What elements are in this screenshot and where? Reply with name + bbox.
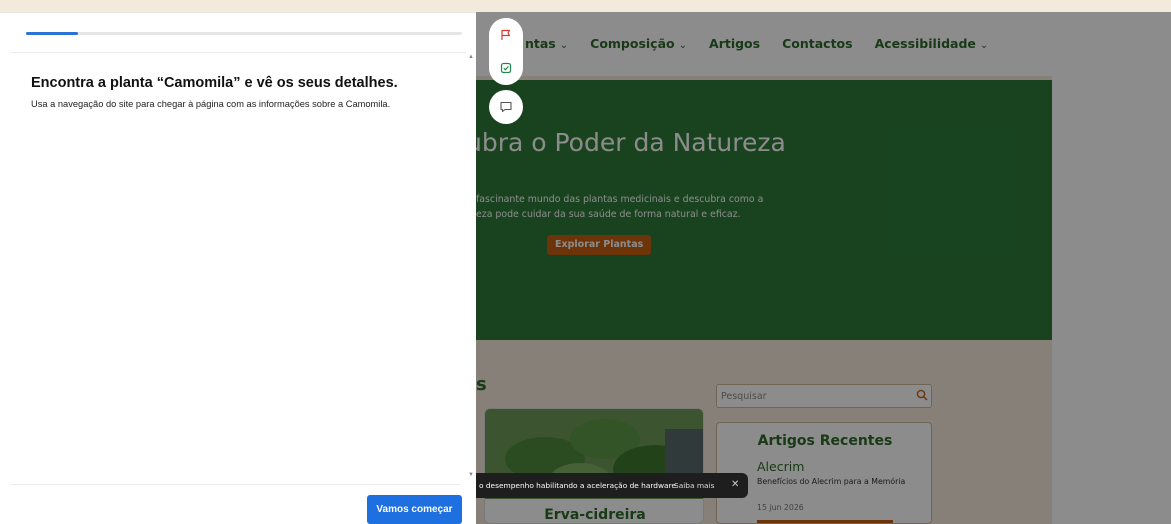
chat-icon [500,101,512,113]
complete-task-button[interactable] [489,51,523,85]
task-description: Usa a navegação do site para chegar à pá… [31,99,391,109]
chat-button[interactable] [489,90,523,124]
panel-scrollbar[interactable]: ▲ ▼ [467,52,475,484]
flag-icon [501,29,511,40]
scroll-down-icon[interactable]: ▼ [468,472,474,478]
panel-top-border [0,12,476,13]
toast-message: o desempenho habilitando a aceleração de… [479,481,676,490]
task-progress-fill [26,32,79,35]
panel-divider [10,52,466,53]
task-progress-bar [26,32,462,35]
task-title: Encontra a planta “Camomila” e vê os seu… [31,75,398,91]
scroll-up-icon[interactable]: ▲ [468,54,474,60]
close-icon[interactable]: ✕ [731,479,739,490]
learn-more-link[interactable]: Saiba mais [674,481,714,490]
hardware-acceleration-toast: o desempenho habilitando a aceleração de… [476,473,748,498]
task-panel: Encontra a planta “Camomila” e vê os seu… [0,12,476,524]
panel-footer-divider [10,484,460,485]
flag-button[interactable] [489,18,523,52]
dim-overlay [476,12,1171,524]
checkbox-check-icon [500,62,512,74]
start-button[interactable]: Vamos começar [367,495,462,524]
